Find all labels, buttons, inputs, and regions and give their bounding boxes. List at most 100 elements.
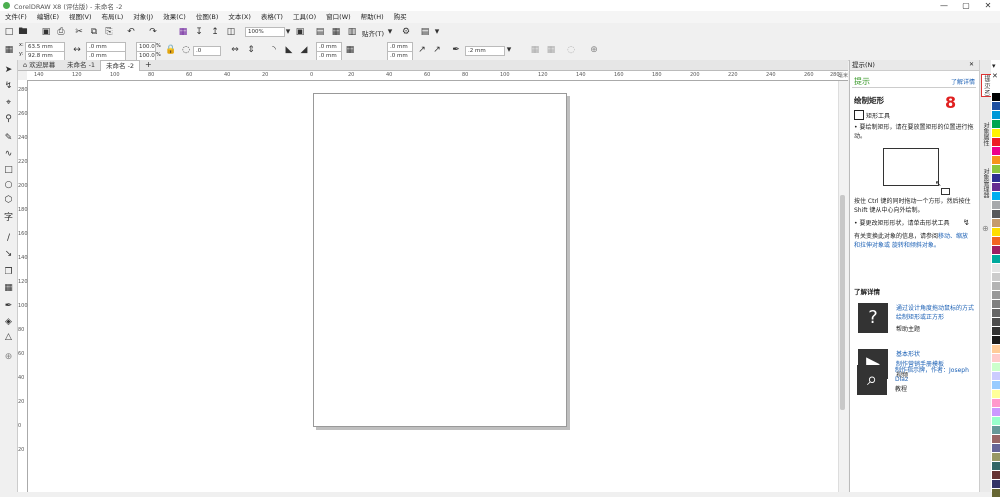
- menu-help[interactable]: 帮助(H): [356, 11, 389, 23]
- menu-edit[interactable]: 编辑(E): [32, 11, 64, 23]
- pick-tool-icon[interactable]: ➤: [2, 64, 15, 77]
- video-link[interactable]: 基本形状: [896, 350, 976, 359]
- color-swatch[interactable]: [992, 246, 1000, 254]
- wrap-text-icon[interactable]: ▦: [529, 44, 541, 56]
- snap-to-button[interactable]: 贴齐(T): [362, 28, 384, 38]
- polygon-tool-icon[interactable]: ⬡: [2, 194, 15, 207]
- color-swatch[interactable]: [992, 417, 1000, 425]
- paste-icon[interactable]: ⎘: [103, 26, 115, 38]
- color-swatch[interactable]: [992, 453, 1000, 461]
- color-swatch[interactable]: [992, 462, 1000, 470]
- tab-untitled-1[interactable]: 未命名 -1: [62, 60, 100, 70]
- edit-corners-together-icon[interactable]: ▦: [344, 44, 356, 56]
- help-topic-link[interactable]: 通过设计角度拖动鼠标的方式绘制矩形或正方形: [896, 304, 976, 322]
- color-swatch[interactable]: [992, 93, 1000, 101]
- publish-pdf-icon[interactable]: ◫: [225, 26, 237, 38]
- learn-more-link[interactable]: 了解详情: [951, 77, 975, 86]
- color-swatch[interactable]: [992, 183, 1000, 191]
- color-swatch[interactable]: [992, 345, 1000, 353]
- color-swatch[interactable]: [992, 129, 1000, 137]
- color-swatch[interactable]: [992, 192, 1000, 200]
- side-tab-object-properties[interactable]: 对象属性: [981, 122, 990, 146]
- search-content-icon[interactable]: ▦: [177, 26, 189, 38]
- color-swatch[interactable]: [992, 390, 1000, 398]
- mirror-horizontal-icon[interactable]: ⇔: [229, 44, 241, 56]
- print-icon[interactable]: ⎙: [55, 26, 67, 38]
- menu-buy[interactable]: 购买: [389, 11, 412, 23]
- color-swatch[interactable]: [992, 102, 1000, 110]
- color-swatch[interactable]: [992, 165, 1000, 173]
- smart-fill-icon[interactable]: △: [2, 331, 15, 344]
- copy-icon[interactable]: ⧉: [88, 26, 100, 38]
- show-rulers-icon[interactable]: ▤: [314, 26, 326, 38]
- scallop-corner-icon[interactable]: ◣: [283, 44, 295, 56]
- help-topic-icon[interactable]: ?: [858, 303, 888, 333]
- add-icon[interactable]: ⊕: [588, 44, 600, 56]
- color-swatch[interactable]: [992, 84, 1000, 92]
- save-icon[interactable]: ▣: [40, 26, 52, 38]
- rotation-angle-field[interactable]: .0: [193, 46, 221, 56]
- redo-icon[interactable]: ↷: [147, 26, 159, 38]
- color-swatch[interactable]: [992, 282, 1000, 290]
- show-grid-icon[interactable]: ▦: [330, 26, 342, 38]
- chamfer-corner-icon[interactable]: ◢: [298, 44, 310, 56]
- ellipse-tool-icon[interactable]: ○: [2, 179, 15, 192]
- gear-icon[interactable]: ⚙: [400, 26, 412, 38]
- color-swatch[interactable]: [992, 138, 1000, 146]
- outline-width-field[interactable]: .2 mm: [465, 46, 505, 56]
- menu-file[interactable]: 文件(F): [0, 11, 32, 23]
- docker-close-icon[interactable]: ✕: [969, 61, 974, 68]
- menu-table[interactable]: 表格(T): [256, 11, 288, 23]
- color-swatch[interactable]: [992, 273, 1000, 281]
- color-swatch[interactable]: [992, 291, 1000, 299]
- interactive-fill-icon[interactable]: ◈: [2, 316, 15, 329]
- color-swatch[interactable]: [992, 255, 1000, 263]
- text-tool-icon[interactable]: 字: [2, 212, 15, 225]
- cut-icon[interactable]: ✂: [73, 26, 85, 38]
- color-swatch[interactable]: [992, 471, 1000, 479]
- color-swatch[interactable]: [992, 408, 1000, 416]
- new-tab-icon[interactable]: +: [140, 60, 157, 70]
- document-page[interactable]: [313, 93, 567, 427]
- menu-object[interactable]: 对象(J): [128, 11, 158, 23]
- transparency-icon[interactable]: ▦: [2, 282, 15, 295]
- color-swatch[interactable]: [992, 363, 1000, 371]
- zoom-dropdown-icon[interactable]: ▾: [282, 26, 294, 38]
- connector-tool-icon[interactable]: ↘: [2, 248, 15, 261]
- freehand-tool-icon[interactable]: ✎: [2, 132, 15, 145]
- color-swatch[interactable]: [992, 120, 1000, 128]
- color-swatch[interactable]: [992, 174, 1000, 182]
- relative-corner-scaling-icon[interactable]: ↗: [416, 44, 428, 56]
- add-docker-icon[interactable]: ⊕: [982, 224, 989, 233]
- minimize-button[interactable]: —: [933, 0, 955, 11]
- undo-icon[interactable]: ↶: [125, 26, 137, 38]
- color-swatch[interactable]: [992, 210, 1000, 218]
- color-swatch[interactable]: [992, 318, 1000, 326]
- round-corner-icon[interactable]: ◝: [268, 44, 280, 56]
- open-folder-icon[interactable]: 🖿: [17, 26, 29, 38]
- lock-ratio-icon[interactable]: 🔒: [165, 44, 177, 56]
- color-swatch[interactable]: [992, 156, 1000, 164]
- color-swatch[interactable]: [992, 480, 1000, 488]
- color-swatch[interactable]: [992, 237, 1000, 245]
- color-swatch[interactable]: [992, 489, 1000, 497]
- color-swatch[interactable]: [992, 399, 1000, 407]
- crop-tool-icon[interactable]: ⌖: [2, 97, 15, 110]
- app-launcher-dropdown-icon[interactable]: ▾: [431, 26, 443, 38]
- color-swatch[interactable]: [992, 336, 1000, 344]
- color-swatch[interactable]: [992, 354, 1000, 362]
- maximize-button[interactable]: ▢: [955, 0, 977, 11]
- menu-window[interactable]: 窗口(W): [321, 11, 356, 23]
- tab-welcome[interactable]: ⌂ 欢迎屏幕: [18, 60, 60, 70]
- color-swatch[interactable]: [992, 309, 1000, 317]
- eyedropper-icon[interactable]: ✒: [2, 300, 15, 313]
- scrollbar-thumb[interactable]: [840, 195, 845, 410]
- color-swatch[interactable]: [992, 435, 1000, 443]
- color-swatch[interactable]: [992, 228, 1000, 236]
- color-swatch[interactable]: [992, 381, 1000, 389]
- convert-to-curves-icon[interactable]: ◌: [565, 44, 577, 56]
- snap-dropdown-icon[interactable]: ▾: [384, 26, 396, 38]
- new-document-icon[interactable]: □: [3, 26, 15, 38]
- close-button[interactable]: ✕: [977, 0, 999, 11]
- mirror-vertical-icon[interactable]: ⇕: [245, 44, 257, 56]
